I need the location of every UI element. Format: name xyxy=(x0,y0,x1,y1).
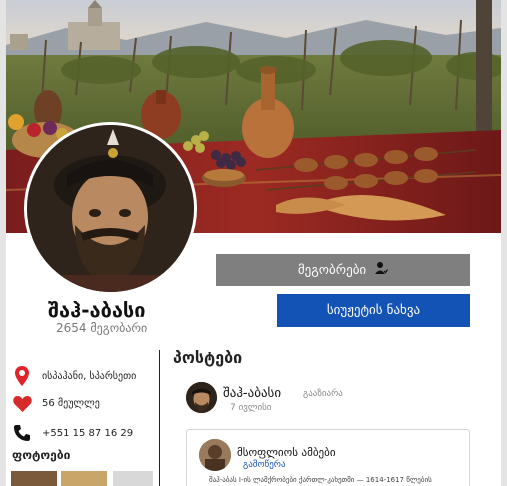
post-author-name[interactable]: შაჰ-აბასი xyxy=(223,386,281,401)
friends-count[interactable]: 2654 მეგობარი xyxy=(56,321,147,335)
profile-page: შაჰ-აბასი 2654 მეგობარი მეგობრები სიუჟეტ… xyxy=(6,0,501,486)
friends-button[interactable]: მეგობრები xyxy=(216,254,470,286)
post-author-avatar[interactable] xyxy=(186,382,217,413)
post-action: გააზიარა xyxy=(303,389,343,399)
profile-name: შაჰ-აბასი xyxy=(48,298,146,322)
friends-button-label: მეგობრები xyxy=(297,262,367,278)
shared-page-avatar[interactable] xyxy=(199,439,231,471)
info-followers: 56 მეულლე xyxy=(12,395,100,412)
heart-icon xyxy=(12,395,32,412)
location-text: ისპაჰანი, სპარსეთი xyxy=(42,370,137,382)
view-story-button[interactable]: სიუჟეტის ნახვა xyxy=(277,294,470,327)
person-check-icon xyxy=(374,261,389,279)
profile-avatar[interactable] xyxy=(24,122,197,295)
phone-text[interactable]: +551 15 87 16 29 xyxy=(42,428,133,439)
shared-post-text: შაჰ-აბას I-ის ლაშქრობები ქართლ-კახეთში —… xyxy=(209,476,432,484)
column-divider xyxy=(159,350,160,486)
photos-title: ფოტოები xyxy=(12,448,71,462)
posts-title: პოსტები xyxy=(173,348,243,367)
info-phone: +551 15 87 16 29 xyxy=(12,424,133,442)
photo-thumbnail[interactable] xyxy=(113,471,153,486)
info-location: ისპაჰანი, სპარსეთი xyxy=(12,366,136,386)
followers-text: 56 მეულლე xyxy=(42,398,100,409)
location-pin-icon xyxy=(12,366,32,386)
shared-page-title[interactable]: მსოფლიოს ამბები xyxy=(237,446,336,459)
post-date[interactable]: 7 ივლისი xyxy=(230,403,271,413)
subscribe-link[interactable]: გამოწერა xyxy=(243,460,286,470)
shared-post-card[interactable]: მსოფლიოს ამბები გამოწერა შაჰ-აბას I-ის ლ… xyxy=(186,429,470,486)
phone-icon xyxy=(12,424,32,442)
photo-thumbnail[interactable] xyxy=(11,471,57,486)
photo-thumbnail[interactable] xyxy=(61,471,107,486)
